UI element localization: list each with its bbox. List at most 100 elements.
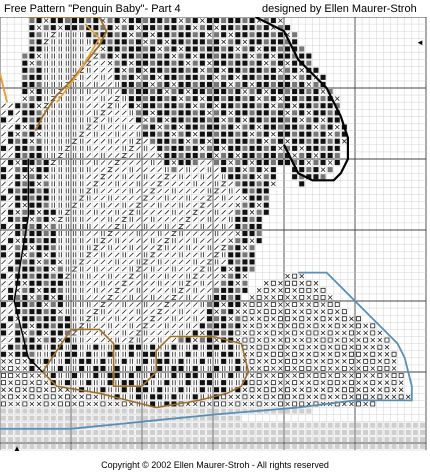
- stitch-symbol: [58, 252, 62, 258]
- stitch-cell: [285, 96, 291, 102]
- stitch-symbol: [80, 280, 84, 286]
- stitch-cell: [22, 422, 28, 428]
- stitch-symbol: [128, 273, 135, 279]
- stitch-symbol: [50, 387, 56, 393]
- stitch-cell: [363, 422, 369, 428]
- stitch-cell: [36, 110, 42, 116]
- stitch-symbol: [86, 288, 92, 293]
- stitch-symbol: [342, 323, 347, 329]
- stitch-cell: [50, 415, 56, 421]
- stitch-symbol: [193, 358, 197, 364]
- stitch-symbol: [72, 60, 77, 66]
- stitch-symbol: [80, 160, 84, 166]
- stitch-symbol: [114, 167, 120, 172]
- stitch-cell: [263, 145, 269, 151]
- stitch-cell: [192, 145, 198, 151]
- stitch-symbol: [50, 266, 56, 272]
- stitch-symbol: [100, 323, 106, 329]
- stitch-cell: [128, 415, 134, 421]
- stitch-cell: [270, 145, 276, 151]
- stitch-cell: [121, 408, 127, 414]
- stitch-symbol: [192, 174, 198, 180]
- stitch-cell: [178, 74, 184, 80]
- stitch-cell: [334, 422, 340, 428]
- stitch-symbol: [178, 46, 184, 52]
- stitch-cell: [164, 152, 170, 158]
- stitch-symbol: [92, 181, 99, 187]
- stitch-cell: [221, 330, 227, 336]
- stitch-symbol: [263, 167, 269, 172]
- stitch-cell: [15, 429, 21, 435]
- stitch-cell: [285, 103, 291, 109]
- stitch-symbol: [327, 337, 333, 343]
- stitch-cell: [405, 422, 411, 428]
- stitch-symbol: [171, 160, 177, 165]
- stitch-cell: [299, 167, 305, 173]
- stitch-cell: [114, 67, 120, 73]
- stitch-symbol: [72, 216, 77, 222]
- stitch-symbol: [51, 138, 55, 144]
- stitch-cell: [1, 273, 7, 279]
- stitch-cell: [270, 81, 276, 87]
- stitch-symbol: [243, 365, 247, 371]
- stitch-symbol: [377, 394, 383, 400]
- stitch-symbol: [178, 245, 184, 251]
- stitch-cell: [86, 408, 92, 414]
- stitch-cell: [171, 138, 177, 144]
- stitch-symbol: [349, 344, 354, 350]
- stitch-symbol: [44, 131, 48, 137]
- stitch-cell: [15, 408, 21, 414]
- stitch-symbol: [29, 380, 35, 385]
- stitch-cell: [29, 81, 35, 87]
- stitch-symbol: [156, 245, 163, 251]
- stitch-symbol: [37, 351, 41, 357]
- stitch-symbol: [292, 387, 297, 393]
- stitch-cell: [72, 436, 78, 442]
- stitch-cell: [43, 209, 49, 215]
- stitch-cell: [320, 152, 326, 158]
- stitch-cell: [235, 209, 241, 215]
- stitch-cell: [36, 81, 42, 87]
- stitch-symbol: [313, 323, 319, 329]
- stitch-symbol: [327, 394, 333, 400]
- stitch-symbol: [192, 280, 198, 286]
- stitch-symbol: [228, 266, 234, 272]
- stitch-cell: [36, 188, 42, 194]
- stitch-cell: [8, 294, 14, 300]
- stitch-symbol: [114, 273, 120, 279]
- stitch-symbol: [121, 238, 127, 243]
- stitch-cell: [214, 436, 220, 442]
- stitch-symbol: [356, 330, 361, 336]
- stitch-symbol: [292, 337, 297, 343]
- stitch-symbol: [192, 266, 198, 272]
- stitch-symbol: [271, 295, 276, 300]
- stitch-symbol: [36, 288, 42, 293]
- stitch-symbol: [178, 167, 184, 172]
- stitch-symbol: [157, 252, 163, 258]
- stitch-symbol: [87, 344, 91, 350]
- stitch-symbol: [1, 188, 6, 194]
- stitch-cell: [15, 231, 21, 237]
- stitch-cell: [292, 89, 298, 95]
- stitch-symbol: [172, 380, 176, 386]
- stitch-cell: [206, 124, 212, 130]
- stitch-symbol: [222, 344, 226, 350]
- stitch-cell: [8, 316, 14, 322]
- stitch-cell: [285, 25, 291, 31]
- stitch-symbol: [94, 81, 98, 87]
- stitch-symbol: [50, 160, 57, 165]
- stitch-cell: [192, 373, 198, 379]
- stitch-symbol: [178, 18, 184, 23]
- stitch-symbol: [64, 209, 71, 215]
- stitch-cell: [370, 444, 376, 450]
- stitch-cell: [36, 32, 42, 38]
- stitch-symbol: [285, 138, 290, 144]
- stitch-symbol: [192, 273, 199, 279]
- stitch-cell: [206, 67, 212, 73]
- stitch-cell: [235, 358, 241, 364]
- stitch-symbol: [214, 351, 219, 357]
- stitch-cell: [50, 323, 56, 329]
- stitch-symbol: [271, 316, 276, 322]
- stitch-cell: [1, 436, 7, 442]
- stitch-symbol: [143, 167, 148, 172]
